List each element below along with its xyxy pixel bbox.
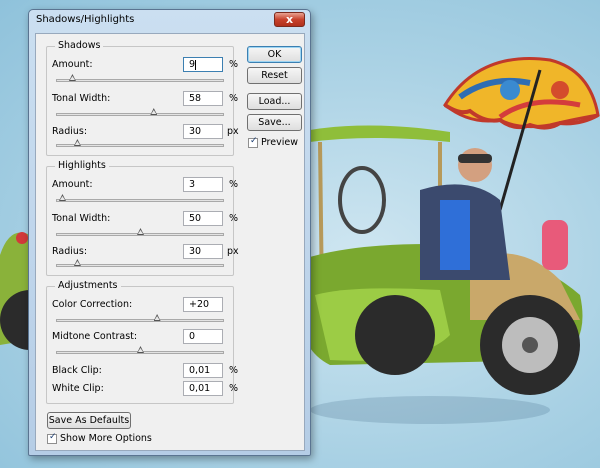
highlights-radius-unit: px xyxy=(227,246,239,257)
black-clip-input[interactable]: 0,01 xyxy=(183,363,223,378)
shadows-amount-input[interactable]: 9 xyxy=(183,57,223,72)
midtone-contrast-slider[interactable] xyxy=(56,346,224,354)
color-correction-label: Color Correction: xyxy=(52,299,133,310)
highlights-amount-unit: % xyxy=(229,179,239,190)
midtone-contrast-label: Midtone Contrast: xyxy=(52,331,138,342)
shadows-tonal-width-slider-thumb[interactable] xyxy=(150,108,158,115)
checkmark-icon: ✓ xyxy=(49,432,57,442)
reset-button[interactable]: Reset xyxy=(247,67,302,84)
shadows-radius-input[interactable]: 30 xyxy=(183,124,223,139)
highlights-tonal-width-input[interactable]: 50 xyxy=(183,211,223,226)
shadows-highlights-dialog: Shadows/Highlights x Shadows Amount: 9 %… xyxy=(28,9,311,456)
ok-button[interactable]: OK xyxy=(247,46,302,63)
title-bar[interactable]: Shadows/Highlights x xyxy=(29,10,310,32)
shadows-amount-label: Amount: xyxy=(52,59,93,70)
checkmark-icon: ✓ xyxy=(250,136,258,146)
adjustments-group: Adjustments Color Correction: +20 Midton… xyxy=(46,280,238,404)
highlights-radius-slider-thumb[interactable] xyxy=(73,259,81,266)
highlights-group-label: Highlights xyxy=(55,160,109,171)
preview-checkbox[interactable]: ✓ xyxy=(248,136,258,148)
shadows-amount-slider-thumb[interactable] xyxy=(68,74,76,81)
highlights-radius-slider[interactable] xyxy=(56,259,224,267)
adjustments-group-label: Adjustments xyxy=(55,280,121,291)
color-correction-input[interactable]: +20 xyxy=(183,297,223,312)
highlights-tonal-width-slider-thumb[interactable] xyxy=(137,228,144,235)
show-more-options-label: Show More Options xyxy=(60,433,152,444)
black-clip-label: Black Clip: xyxy=(52,365,102,376)
close-button[interactable]: x xyxy=(274,12,305,27)
shadows-radius-slider-thumb[interactable] xyxy=(73,139,81,146)
shadows-amount-unit: % xyxy=(229,59,239,70)
shadows-radius-slider[interactable] xyxy=(56,139,224,147)
highlights-group: Highlights Amount: 3 % Tonal Width: 50 %… xyxy=(46,160,239,276)
color-correction-slider[interactable] xyxy=(56,314,224,322)
color-correction-slider-thumb[interactable] xyxy=(153,314,161,321)
black-clip-unit: % xyxy=(229,365,239,376)
close-icon: x xyxy=(285,13,294,26)
save-button[interactable]: Save... xyxy=(247,114,302,131)
highlights-radius-label: Radius: xyxy=(52,246,88,257)
midtone-contrast-input[interactable]: 0 xyxy=(183,329,223,344)
show-more-options-checkbox[interactable]: ✓ xyxy=(47,432,57,444)
white-clip-label: White Clip: xyxy=(52,383,104,394)
highlights-tonal-width-unit: % xyxy=(229,213,239,224)
shadows-tonal-width-slider[interactable] xyxy=(56,108,224,116)
save-as-defaults-button[interactable]: Save As Defaults xyxy=(47,412,131,429)
dialog-content: Shadows Amount: 9 % Tonal Width: 58 % Ra… xyxy=(35,33,305,451)
highlights-tonal-width-label: Tonal Width: xyxy=(52,213,111,224)
shadows-tonal-width-unit: % xyxy=(229,93,239,104)
highlights-amount-input[interactable]: 3 xyxy=(183,177,223,192)
highlights-amount-label: Amount: xyxy=(52,179,93,190)
load-button[interactable]: Load... xyxy=(247,93,302,110)
shadows-group: Shadows Amount: 9 % Tonal Width: 58 % Ra… xyxy=(46,40,239,156)
shadows-tonal-width-label: Tonal Width: xyxy=(52,93,111,104)
shadows-tonal-width-input[interactable]: 58 xyxy=(183,91,223,106)
white-clip-unit: % xyxy=(229,383,239,394)
shadows-radius-unit: px xyxy=(227,126,239,137)
highlights-amount-slider[interactable] xyxy=(56,194,224,202)
shadows-amount-slider[interactable] xyxy=(56,74,224,82)
midtone-contrast-slider-thumb[interactable] xyxy=(137,346,144,353)
highlights-tonal-width-slider[interactable] xyxy=(56,228,224,236)
dialog-title: Shadows/Highlights xyxy=(36,14,135,25)
preview-label: Preview xyxy=(261,137,298,148)
highlights-amount-slider-thumb[interactable] xyxy=(58,194,66,201)
highlights-radius-input[interactable]: 30 xyxy=(183,244,223,259)
shadows-group-label: Shadows xyxy=(55,40,104,51)
shadows-radius-label: Radius: xyxy=(52,126,88,137)
white-clip-input[interactable]: 0,01 xyxy=(183,381,223,396)
